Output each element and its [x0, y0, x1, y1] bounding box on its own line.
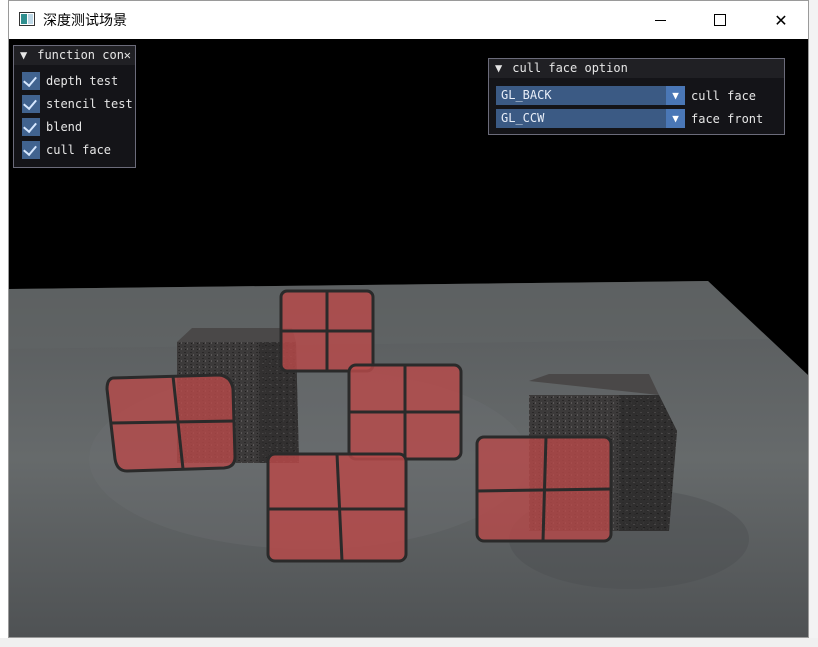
collapse-triangle-icon[interactable]: ▼: [495, 59, 505, 78]
combo-row-cull-face: GL_BACK ▼ cull face: [496, 86, 756, 105]
face-front-select[interactable]: GL_CCW ▼: [496, 109, 685, 128]
cull-face-select[interactable]: GL_BACK ▼: [496, 86, 685, 105]
function-control-panel: ▼ function con ✕ depth test stencil test…: [13, 45, 136, 168]
checkbox-label: depth test: [46, 74, 119, 88]
maximize-icon: [714, 14, 726, 26]
checkbox-depth-test[interactable]: depth test: [22, 71, 118, 91]
combo-row-face-front: GL_CCW ▼ face front: [496, 109, 763, 128]
checkbox-blend[interactable]: blend: [22, 117, 82, 137]
function-panel-title: function con: [37, 48, 124, 62]
checkbox-label: blend: [46, 120, 83, 134]
cull-face-option-panel: ▼ cull face option GL_BACK ▼ cull face G…: [488, 58, 785, 135]
face-front-label: face front: [691, 111, 764, 126]
cull-face-value: GL_BACK: [501, 88, 552, 102]
checkbox-checked-icon[interactable]: [22, 95, 40, 113]
checkbox-stencil-test[interactable]: stencil test: [22, 94, 133, 114]
chevron-down-icon[interactable]: ▼: [666, 109, 685, 128]
minimize-button[interactable]: [637, 1, 683, 39]
checkbox-cull-face[interactable]: cull face: [22, 140, 111, 160]
cull-face-label: cull face: [691, 88, 757, 103]
glass-pane-left: [105, 373, 237, 473]
title-bar[interactable]: 深度测试场景 ✕: [9, 1, 808, 39]
checkbox-label: stencil test: [46, 97, 133, 111]
close-icon[interactable]: ✕: [124, 46, 131, 65]
collapse-triangle-icon[interactable]: ▼: [20, 46, 30, 65]
chevron-down-icon[interactable]: ▼: [666, 86, 685, 105]
glass-pane-top: [279, 289, 375, 373]
glass-pane-front: [266, 452, 408, 563]
checkbox-label: cull face: [46, 143, 112, 157]
app-window: 深度测试场景 ✕ ▼ function con ✕ depth test ste…: [8, 0, 809, 638]
minimize-icon: [654, 19, 666, 21]
window-title: 深度测试场景: [43, 13, 127, 29]
app-icon: [19, 12, 35, 26]
glass-pane-middle-right: [347, 363, 463, 461]
desktop-taskbar-strip: [0, 638, 818, 647]
close-icon: ✕: [774, 10, 788, 30]
desktop-background-right: [809, 0, 818, 647]
checkbox-checked-icon[interactable]: [22, 72, 40, 90]
checkbox-checked-icon[interactable]: [22, 141, 40, 159]
checkbox-checked-icon[interactable]: [22, 118, 40, 136]
render-viewport[interactable]: ▼ function con ✕ depth test stencil test…: [9, 39, 808, 637]
function-panel-header[interactable]: ▼ function con ✕: [14, 46, 135, 65]
cull-panel-header[interactable]: ▼ cull face option: [489, 59, 784, 78]
face-front-value: GL_CCW: [501, 111, 545, 125]
glass-pane-right: [475, 435, 613, 543]
close-button[interactable]: ✕: [758, 1, 804, 39]
cull-panel-title: cull face option: [512, 61, 628, 75]
maximize-button[interactable]: [697, 1, 743, 39]
